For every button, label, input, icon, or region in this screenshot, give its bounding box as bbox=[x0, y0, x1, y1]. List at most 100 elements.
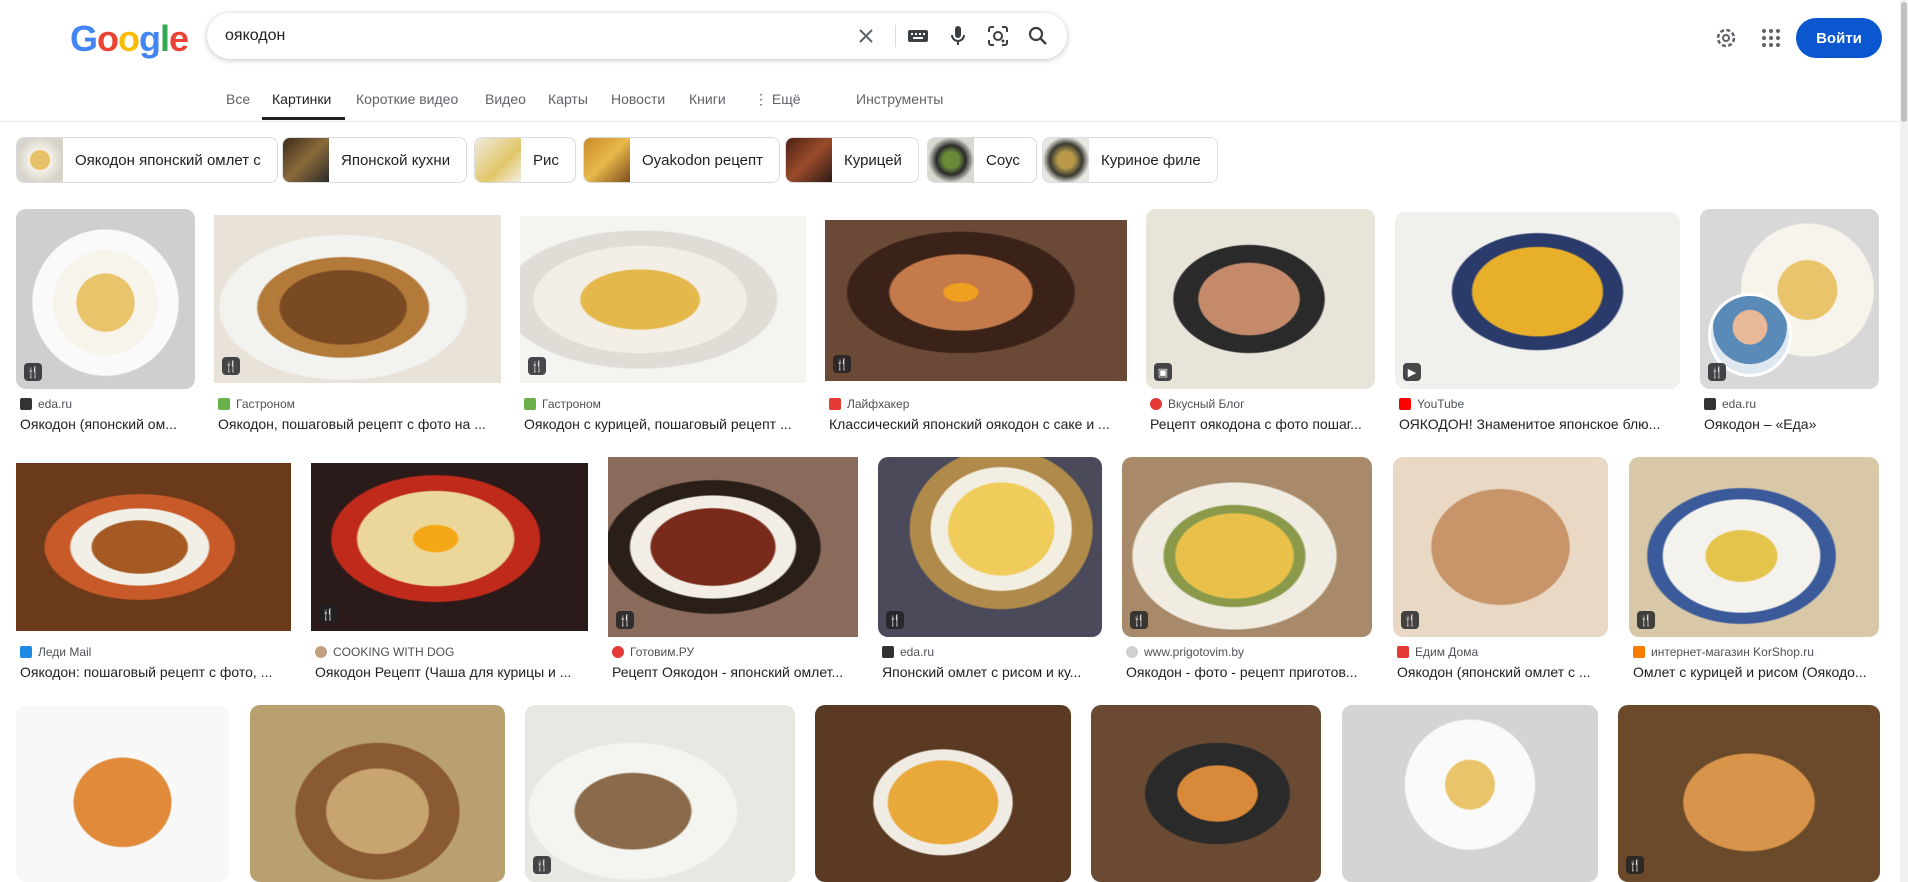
result-source[interactable]: Лайфхакер bbox=[829, 397, 909, 411]
tab-news[interactable]: Новости bbox=[611, 91, 665, 107]
mic-icon[interactable] bbox=[946, 24, 970, 48]
result-title[interactable]: Рецепт Оякодон - японский омлет... bbox=[612, 664, 860, 680]
result-source[interactable]: eda.ru bbox=[20, 397, 72, 411]
result-image[interactable]: 🍴 bbox=[214, 215, 501, 383]
recipe-icon: 🍴 bbox=[1626, 856, 1644, 874]
settings-icon[interactable] bbox=[1714, 26, 1738, 55]
result-title[interactable]: Оякодон (японский ом... bbox=[20, 416, 192, 432]
chip-label: Рис bbox=[533, 151, 559, 169]
result-image[interactable]: 🍴 bbox=[16, 209, 195, 389]
chip-thumb bbox=[928, 138, 974, 182]
result-title[interactable]: Оякодон с курицей, пошаговый рецепт ... bbox=[524, 416, 810, 432]
result-source[interactable]: Гастроном bbox=[218, 397, 295, 411]
chip-label: Курицей bbox=[844, 151, 902, 169]
chip-label: Японской кухни bbox=[341, 151, 451, 169]
result-title[interactable]: Оякодон, пошаговый рецепт с фото на ... bbox=[218, 416, 504, 432]
tab-tools[interactable]: Инструменты bbox=[856, 91, 943, 107]
page-scrollbar[interactable] bbox=[1900, 0, 1908, 882]
result-source[interactable]: Едим Дома bbox=[1397, 645, 1478, 659]
result-source[interactable]: www.prigotovim.by bbox=[1126, 645, 1244, 659]
result-source[interactable]: YouTube bbox=[1399, 397, 1464, 411]
result-source[interactable]: интернет-магазин KorShop.ru bbox=[1633, 645, 1814, 659]
chip-label: Оякодон японский омлет с bbox=[75, 151, 261, 169]
source-label: eda.ru bbox=[1722, 397, 1757, 411]
signin-button[interactable]: Войти bbox=[1796, 18, 1882, 58]
result-image[interactable] bbox=[16, 705, 229, 882]
result-title[interactable]: ОЯКОДОН! Знаменитое японское блю... bbox=[1399, 416, 1681, 432]
result-image[interactable]: 🍴 bbox=[878, 457, 1102, 637]
result-image[interactable] bbox=[815, 705, 1071, 882]
source-label: www.prigotovim.by bbox=[1144, 645, 1245, 659]
search-box[interactable]: оякодон bbox=[207, 13, 1067, 59]
result-image[interactable] bbox=[16, 463, 291, 631]
chip-chicken[interactable]: Курицей bbox=[785, 137, 919, 183]
chip-thumb bbox=[786, 138, 832, 182]
tab-all[interactable]: Все bbox=[226, 91, 250, 107]
result-image[interactable]: 🍴 bbox=[608, 457, 858, 637]
result-title[interactable]: Омлет с курицей и рисом (Оякодо... bbox=[1633, 664, 1881, 680]
result-image[interactable]: 🍴 bbox=[525, 705, 795, 882]
scrollbar-thumb[interactable] bbox=[1901, 2, 1907, 122]
tab-images[interactable]: Картинки bbox=[272, 91, 331, 107]
favicon-icon bbox=[1397, 646, 1409, 658]
favicon-icon bbox=[1704, 398, 1716, 410]
apps-icon[interactable] bbox=[1761, 28, 1781, 53]
chip-oyakodon-omelet[interactable]: Оякодон японский омлет с bbox=[16, 137, 278, 183]
search-input[interactable]: оякодон bbox=[225, 27, 285, 45]
result-image[interactable] bbox=[250, 705, 505, 882]
result-source[interactable]: Вкусный Блог bbox=[1150, 397, 1244, 411]
keyboard-icon[interactable] bbox=[906, 24, 930, 48]
tab-books[interactable]: Книги bbox=[689, 91, 726, 107]
result-title[interactable]: Оякодон (японский омлет с ... bbox=[1397, 664, 1609, 680]
recipe-icon: 🍴 bbox=[1130, 611, 1148, 629]
result-image[interactable]: ▶ bbox=[1395, 212, 1680, 389]
result-title[interactable]: Оякодон: пошаговый рецепт с фото, ... bbox=[20, 664, 292, 680]
chip-sauce[interactable]: Соус bbox=[927, 137, 1037, 183]
result-image[interactable]: 🍴 bbox=[520, 216, 806, 383]
result-title[interactable]: Японский омлет с рисом и ку... bbox=[882, 664, 1104, 680]
result-title[interactable]: Оякодон - фото - рецепт приготов... bbox=[1126, 664, 1374, 680]
recipe-icon: 🍴 bbox=[1637, 611, 1655, 629]
result-source[interactable]: Гастроном bbox=[524, 397, 601, 411]
result-image[interactable]: 🍴 bbox=[1393, 457, 1608, 637]
tab-short-videos[interactable]: Короткие видео bbox=[356, 91, 458, 107]
result-title[interactable]: Оякодон Рецепт (Чаша для курицы и ... bbox=[315, 664, 587, 680]
result-image[interactable]: 🍴 bbox=[311, 463, 588, 631]
result-title[interactable]: Оякодон – «Еда» bbox=[1704, 416, 1878, 432]
result-image[interactable]: 🍴 bbox=[1629, 457, 1879, 637]
chip-thumb bbox=[17, 138, 63, 182]
tab-maps[interactable]: Карты bbox=[548, 91, 588, 107]
tab-more[interactable]: ⋮ Ещё bbox=[754, 91, 801, 108]
google-logo[interactable]: Google bbox=[70, 18, 189, 60]
result-source[interactable]: eda.ru bbox=[882, 645, 934, 659]
recipe-icon: 🍴 bbox=[1708, 363, 1726, 381]
result-image[interactable]: 🍴 bbox=[825, 220, 1127, 381]
result-image[interactable] bbox=[1342, 705, 1598, 882]
search-icon[interactable] bbox=[1026, 24, 1050, 48]
lens-icon[interactable] bbox=[986, 24, 1010, 48]
source-label: eda.ru bbox=[900, 645, 935, 659]
result-image[interactable]: ▣ bbox=[1146, 209, 1375, 389]
result-source[interactable]: Леди Mail bbox=[20, 645, 91, 659]
result-image[interactable]: 🍴 bbox=[1122, 457, 1372, 637]
source-label: Лайфхакер bbox=[847, 397, 910, 411]
play-icon: ▶ bbox=[1403, 363, 1421, 381]
tab-videos[interactable]: Видео bbox=[485, 91, 526, 107]
clear-icon[interactable] bbox=[854, 24, 878, 48]
chip-oyakodon-recipe[interactable]: Oyakodon рецепт bbox=[583, 137, 780, 183]
result-title[interactable]: Классический японский оякодон с саке и .… bbox=[829, 416, 1125, 432]
chip-thumb bbox=[475, 138, 521, 182]
result-image[interactable] bbox=[1091, 705, 1321, 882]
result-image[interactable]: 🍴 bbox=[1618, 705, 1880, 882]
result-image[interactable]: 🍴 bbox=[1700, 209, 1879, 389]
result-title[interactable]: Рецепт оякодона с фото пошаг... bbox=[1150, 416, 1376, 432]
favicon-icon bbox=[20, 646, 32, 658]
chip-japanese-cuisine[interactable]: Японской кухни bbox=[282, 137, 468, 183]
favicon-icon bbox=[1633, 646, 1645, 658]
result-source[interactable]: Готовим.РУ bbox=[612, 645, 694, 659]
chip-chicken-fillet[interactable]: Куриное филе bbox=[1042, 137, 1218, 183]
result-source[interactable]: eda.ru bbox=[1704, 397, 1756, 411]
chip-rice[interactable]: Рис bbox=[474, 137, 576, 183]
search-divider bbox=[895, 25, 896, 47]
result-source[interactable]: COOKING WITH DOG bbox=[315, 645, 454, 659]
